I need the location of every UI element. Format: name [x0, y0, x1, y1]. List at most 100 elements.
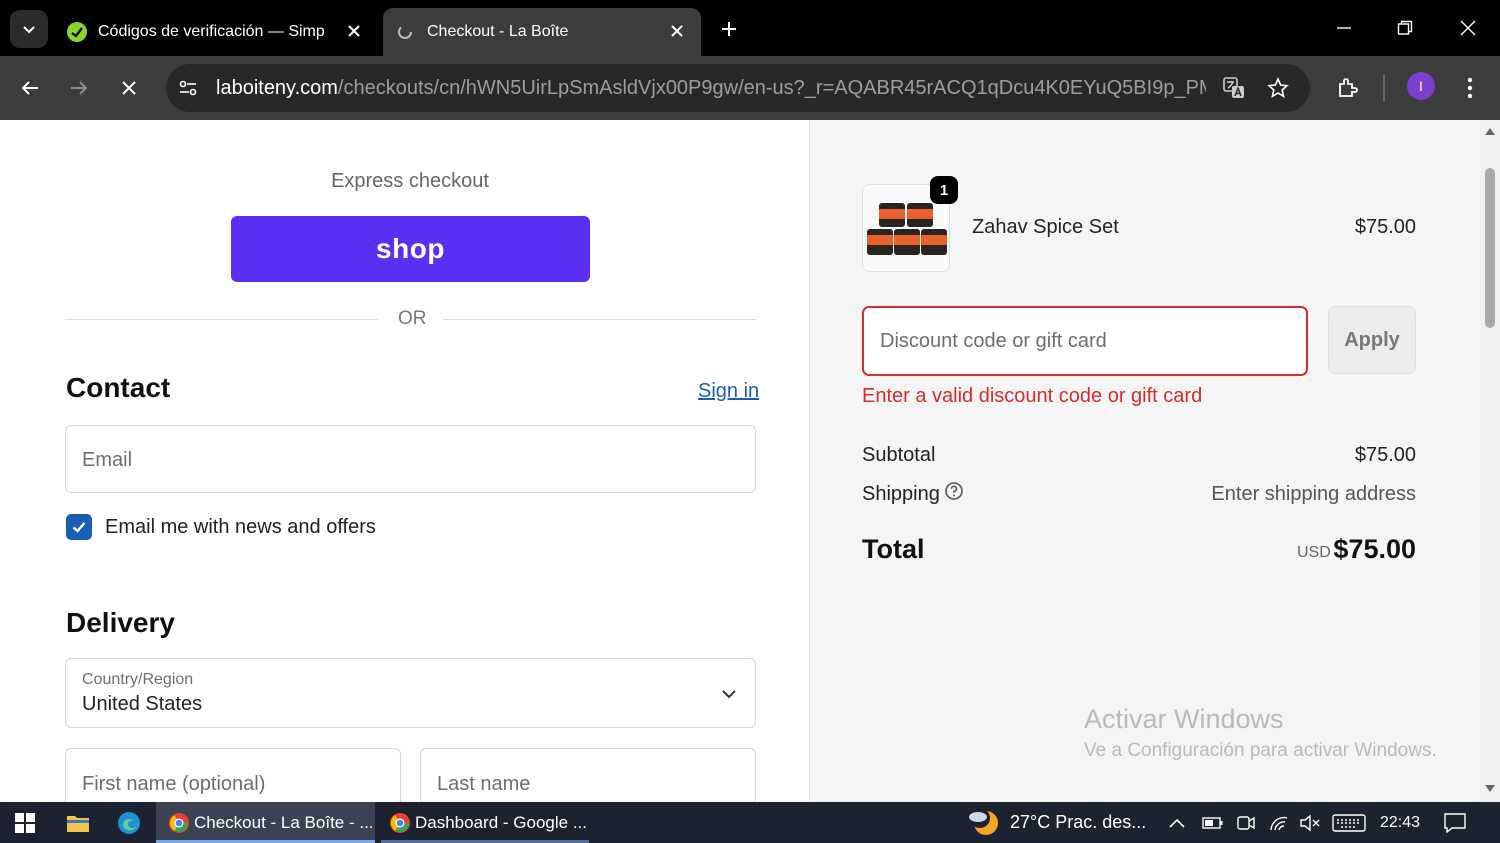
edge-browser-button[interactable] — [107, 802, 151, 843]
checkout-form: Express checkout shop OR Contact Sign in… — [0, 120, 809, 802]
order-summary: 1 Zahav Spice Set $75.00 Discount code o… — [809, 120, 1480, 802]
email-field[interactable]: Email — [65, 425, 756, 493]
checkout-page: Express checkout shop OR Contact Sign in… — [0, 120, 1480, 802]
last-name-placeholder: Last name — [437, 773, 531, 795]
taskbar-app-label: Checkout - La Boîte - ... — [194, 812, 374, 832]
notifications-button[interactable] — [1443, 802, 1467, 843]
email-placeholder: Email — [82, 449, 133, 471]
quantity-badge: 1 — [930, 176, 958, 204]
subtotal-value: $75.00 — [1354, 444, 1416, 466]
subtotal-label: Subtotal — [862, 444, 936, 466]
stop-loading-button[interactable] — [111, 70, 147, 106]
minimize-icon — [1337, 27, 1351, 29]
taskbar-app-dashboard[interactable]: Dashboard - Google ... — [381, 802, 589, 843]
translate-icon — [1223, 77, 1244, 98]
network-button[interactable] — [1268, 802, 1290, 843]
page-scrollbar[interactable] — [1480, 120, 1500, 802]
notification-icon — [1444, 812, 1466, 833]
forward-button[interactable] — [61, 70, 97, 106]
back-button[interactable] — [12, 70, 48, 106]
weather-moon-icon — [969, 807, 998, 835]
minimize-window-button[interactable] — [1324, 10, 1364, 46]
site-settings-icon[interactable] — [178, 78, 198, 98]
shop-pay-button[interactable]: shop — [231, 216, 590, 282]
tab-title: Códigos de verificación — Simp — [98, 23, 325, 40]
close-tab-icon[interactable] — [667, 21, 687, 41]
plus-icon — [722, 22, 736, 36]
show-hidden-icons-button[interactable] — [1168, 802, 1186, 843]
url-text: laboiteny.com/checkouts/cn/hWN5UirLpSmAs… — [216, 77, 1206, 100]
contact-heading: Contact — [66, 372, 171, 403]
start-button[interactable] — [0, 802, 50, 843]
tab-title: Checkout - La Boîte — [427, 23, 569, 40]
scrollbar-thumb[interactable] — [1485, 168, 1495, 328]
translate-button[interactable] — [1216, 70, 1252, 106]
windows-activation-title: Activar Windows — [1084, 704, 1284, 734]
taskbar-app-checkout[interactable]: Checkout - La Boîte - ... — [156, 802, 375, 843]
restore-window-button[interactable] — [1385, 10, 1425, 46]
close-tab-icon[interactable] — [344, 21, 364, 41]
delivery-heading: Delivery — [66, 607, 175, 638]
browser-toolbar: laboiteny.com/checkouts/cn/hWN5UirLpSmAs… — [0, 56, 1500, 120]
battery-button[interactable] — [1202, 802, 1224, 843]
simplelogin-favicon-icon — [67, 22, 87, 42]
folder-icon — [67, 815, 89, 832]
sign-in-link[interactable]: Sign in — [698, 380, 759, 403]
restore-icon — [1397, 20, 1413, 35]
browser-menu-button[interactable] — [1452, 70, 1488, 106]
discount-code-input[interactable]: Discount code or gift card — [862, 306, 1308, 376]
bookmark-button[interactable] — [1260, 70, 1296, 106]
tab-checkout[interactable]: Checkout - La Boîte — [383, 8, 701, 56]
star-icon — [1267, 77, 1289, 99]
chevron-down-icon — [23, 26, 35, 34]
product-name: Zahav Spice Set — [972, 216, 1119, 238]
chevron-down-icon — [722, 690, 736, 699]
wifi-icon — [1270, 816, 1288, 830]
total-value: $75.00 — [1333, 534, 1416, 564]
tab-verification-codes[interactable]: Códigos de verificación — Simp — [56, 8, 378, 56]
volume-button[interactable] — [1299, 802, 1321, 843]
tab-search-button[interactable] — [10, 10, 48, 48]
shipping-label: Shipping — [862, 483, 940, 505]
first-name-placeholder: First name (optional) — [82, 773, 266, 795]
browser-tab-bar: Códigos de verificación — Simp Checkout … — [0, 0, 1500, 56]
chrome-icon — [169, 812, 189, 833]
discount-error-message: Enter a valid discount code or gift card — [862, 385, 1203, 407]
discount-placeholder: Discount code or gift card — [880, 330, 1107, 352]
checkmark-icon — [72, 522, 86, 533]
last-name-field[interactable]: Last name — [420, 748, 756, 802]
keyboard-icon — [1332, 813, 1366, 832]
taskbar-app-label: Dashboard - Google ... — [415, 812, 587, 832]
close-icon — [1460, 20, 1476, 36]
newsletter-checkbox[interactable] — [66, 514, 92, 540]
weather-widget[interactable]: 27°C Prac. des... — [966, 802, 1146, 843]
profile-avatar[interactable]: I — [1407, 72, 1435, 100]
apply-discount-button[interactable]: Apply — [1328, 306, 1416, 374]
edge-icon — [118, 811, 140, 834]
meet-now-button[interactable] — [1236, 802, 1256, 843]
close-icon — [122, 81, 136, 95]
help-icon[interactable] — [944, 481, 964, 501]
divider — [65, 319, 378, 320]
file-explorer-button[interactable] — [56, 802, 100, 843]
extensions-button[interactable] — [1330, 70, 1366, 106]
camera-icon — [1237, 815, 1255, 830]
divider — [443, 319, 756, 320]
volume-muted-icon — [1300, 814, 1320, 831]
total-label: Total — [862, 534, 925, 564]
country-label: Country/Region — [82, 671, 194, 688]
close-window-button[interactable] — [1448, 10, 1488, 46]
windows-logo-icon — [15, 812, 35, 833]
newsletter-label: Email me with news and offers — [105, 516, 376, 538]
toolbar-divider — [1383, 74, 1385, 102]
product-price: $75.00 — [1354, 216, 1416, 238]
clock[interactable]: 22:43 — [1380, 802, 1420, 843]
chrome-icon — [390, 812, 410, 833]
input-keyboard-button[interactable] — [1332, 802, 1366, 843]
new-tab-button[interactable] — [714, 14, 744, 44]
first-name-field[interactable]: First name (optional) — [65, 748, 401, 802]
scroll-up-icon[interactable] — [1484, 126, 1496, 136]
country-select[interactable]: Country/Region United States — [65, 658, 756, 728]
address-bar[interactable]: laboiteny.com/checkouts/cn/hWN5UirLpSmAs… — [166, 64, 1310, 112]
scroll-down-icon[interactable] — [1484, 784, 1496, 794]
